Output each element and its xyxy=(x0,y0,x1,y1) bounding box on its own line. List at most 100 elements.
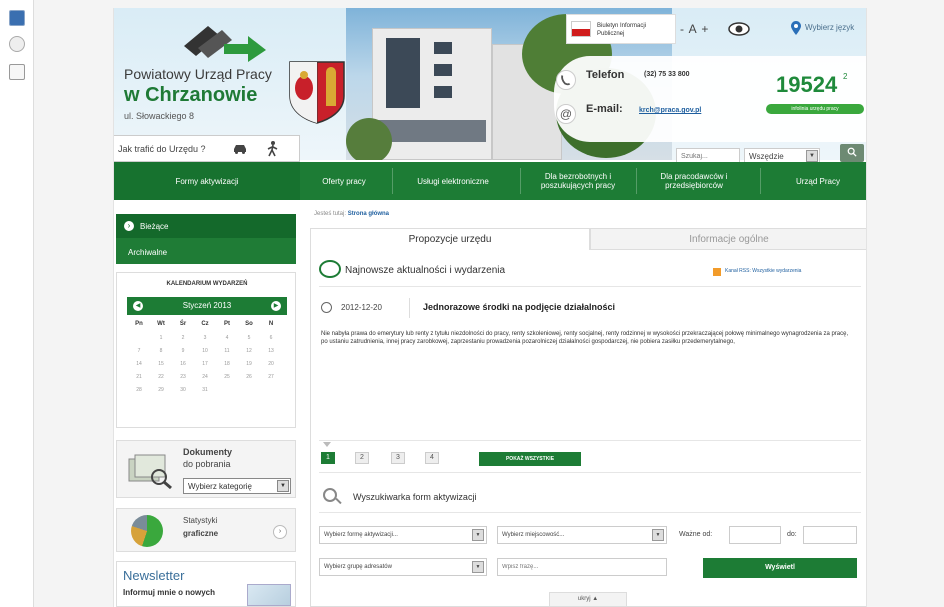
globe-pin-icon[interactable] xyxy=(790,20,802,36)
calendar-weekday: N xyxy=(268,321,274,327)
article-title[interactable]: Jednorazowe środki na podjęcie działalno… xyxy=(423,302,615,312)
coat-of-arms-icon xyxy=(289,61,345,124)
font-size-control[interactable]: - A + xyxy=(680,22,709,36)
language-selector[interactable]: Wybierz język xyxy=(805,23,854,32)
calendar-day[interactable]: 20 xyxy=(261,361,281,367)
search-button[interactable] xyxy=(840,144,864,162)
page-button[interactable]: 3 xyxy=(391,452,405,464)
tab-proposals[interactable]: Propozycje urzędu xyxy=(310,228,590,250)
hotline-superscript: 2 xyxy=(843,72,848,81)
nav-item-forms[interactable]: Formy aktywizacji xyxy=(114,162,300,200)
target-group-select[interactable]: Wybierz grupę adresatów ▼ xyxy=(319,558,487,576)
browser-window: Powiatowy Urząd Pracy w Chrzanowie ul. S… xyxy=(0,0,944,607)
car-icon[interactable] xyxy=(232,144,248,154)
breadcrumb-current[interactable]: Strona główna xyxy=(348,211,389,217)
show-all-button[interactable]: POKAŻ WSZYSTKIE xyxy=(479,452,581,466)
calendar-day[interactable]: 4 xyxy=(217,335,237,341)
hide-finder-toggle[interactable]: ukryj ▲ xyxy=(549,592,627,606)
calendar-day[interactable]: 27 xyxy=(261,374,281,380)
tab-general-info[interactable]: Informacje ogólne xyxy=(590,228,866,250)
calendar-day[interactable]: 7 xyxy=(129,348,149,354)
statistics-box[interactable]: Statystyki graficzne › xyxy=(116,508,296,552)
calendar-day[interactable]: 21 xyxy=(129,374,149,380)
calendar-day[interactable]: 18 xyxy=(217,361,237,367)
calendar-day[interactable]: 17 xyxy=(195,361,215,367)
chevron-right-icon[interactable]: › xyxy=(273,525,287,539)
news-section-title: Najnowsze aktualności i wydarzenia xyxy=(345,265,506,276)
chevron-down-icon[interactable]: ▼ xyxy=(472,529,484,541)
divider xyxy=(319,440,861,441)
calendar-day[interactable]: 16 xyxy=(173,361,193,367)
documents-icon xyxy=(128,454,172,489)
chevron-down-icon[interactable]: ▼ xyxy=(806,150,818,162)
document-category-select[interactable]: Wybierz kategorię ▼ xyxy=(183,478,291,494)
pedestrian-icon[interactable] xyxy=(267,141,279,157)
page-button[interactable]: 4 xyxy=(425,452,439,464)
calendar-day[interactable]: 24 xyxy=(195,374,215,380)
page-icon[interactable] xyxy=(9,64,25,80)
nav-item-e-services[interactable]: Usługi elektroniczne xyxy=(400,162,506,200)
nav-item-job-offers[interactable]: Oferty pracy xyxy=(308,162,380,200)
calendar-day[interactable]: 28 xyxy=(129,387,149,393)
calendar-day[interactable]: 10 xyxy=(195,348,215,354)
calendar-day[interactable]: 19 xyxy=(239,361,259,367)
rss-link[interactable]: Kanał RSS: Wszystkie wydarzenia xyxy=(725,268,801,274)
chevron-right-icon[interactable]: ▶ xyxy=(271,301,281,311)
divider xyxy=(319,286,861,287)
statistics-title: Statystyki xyxy=(183,516,218,525)
activation-form-select[interactable]: Wybierz formę aktywizacji... ▼ xyxy=(319,526,487,544)
activation-form-value: Wybierz formę aktywizacji... xyxy=(324,532,398,538)
calendar-day[interactable]: 2 xyxy=(173,335,193,341)
nav-item-unemployed[interactable]: Dla bezrobotnych i poszukujących pracy xyxy=(522,162,634,200)
rss-icon[interactable] xyxy=(713,268,721,276)
calendar-day[interactable]: 26 xyxy=(239,374,259,380)
search-icon xyxy=(323,488,337,502)
chevron-down-icon[interactable]: ▼ xyxy=(472,561,484,573)
eye-icon[interactable] xyxy=(728,22,750,36)
hotline-number: 19524 xyxy=(776,72,838,97)
calendar-day[interactable]: 13 xyxy=(261,348,281,354)
divider xyxy=(409,298,410,318)
calendar-day[interactable]: 23 xyxy=(173,374,193,380)
calendar-day[interactable]: 5 xyxy=(239,335,259,341)
page-button[interactable]: 2 xyxy=(355,452,369,464)
phrase-input[interactable] xyxy=(497,558,667,576)
calendar-day[interactable]: 14 xyxy=(129,361,149,367)
calendar-day[interactable]: 8 xyxy=(151,348,171,354)
valid-to-input[interactable] xyxy=(803,526,857,544)
show-results-button[interactable]: Wyświetl xyxy=(703,558,857,578)
calendar-day[interactable]: 29 xyxy=(151,387,171,393)
breadcrumb-prefix: Jesteś tutaj: xyxy=(314,211,347,217)
valid-from-input[interactable] xyxy=(729,526,781,544)
sidebar-item-archive[interactable]: Archiwalne xyxy=(116,240,296,264)
calendar-day[interactable]: 30 xyxy=(173,387,193,393)
nav-item-office[interactable]: Urząd Pracy xyxy=(770,162,866,200)
bip-link[interactable]: Biuletyn Informacji Publicznej xyxy=(566,14,676,44)
calendar-day[interactable]: 25 xyxy=(217,374,237,380)
nav-item-employers[interactable]: Dla pracodawców i przedsiębiorców xyxy=(642,162,746,200)
bookmark-icon[interactable] xyxy=(9,10,25,26)
email-link[interactable]: krch@praca.gov.pl xyxy=(639,107,701,114)
calendar-day[interactable]: 22 xyxy=(151,374,171,380)
divider xyxy=(319,472,861,473)
location-select[interactable]: Wybierz miejscowość... ▼ xyxy=(497,526,667,544)
chevron-down-icon[interactable]: ▼ xyxy=(277,480,289,492)
calendar-day[interactable]: 3 xyxy=(195,335,215,341)
calendar-day[interactable]: 1 xyxy=(151,335,171,341)
calendar-day[interactable]: 31 xyxy=(195,387,215,393)
history-icon[interactable] xyxy=(9,36,25,52)
search-scope-value: Wszędzie xyxy=(749,152,784,161)
chevron-down-icon[interactable]: ▼ xyxy=(652,529,664,541)
document-category-value: Wybierz kategorię xyxy=(188,482,252,491)
org-address: ul. Słowackiego 8 xyxy=(124,111,195,121)
calendar-day[interactable]: 11 xyxy=(217,348,237,354)
newsletter-box: Newsletter Informuj mnie o nowych xyxy=(116,561,296,607)
sidebar-item-current[interactable]: › Bieżące xyxy=(116,214,296,238)
calendar-day[interactable]: 6 xyxy=(261,335,281,341)
calendar-day[interactable]: 15 xyxy=(151,361,171,367)
page-button[interactable]: 1 xyxy=(321,452,335,464)
valid-to-label: do: xyxy=(787,531,797,538)
calendar-day[interactable]: 12 xyxy=(239,348,259,354)
logo-arrows-icon[interactable] xyxy=(178,22,268,62)
calendar-day[interactable]: 9 xyxy=(173,348,193,354)
